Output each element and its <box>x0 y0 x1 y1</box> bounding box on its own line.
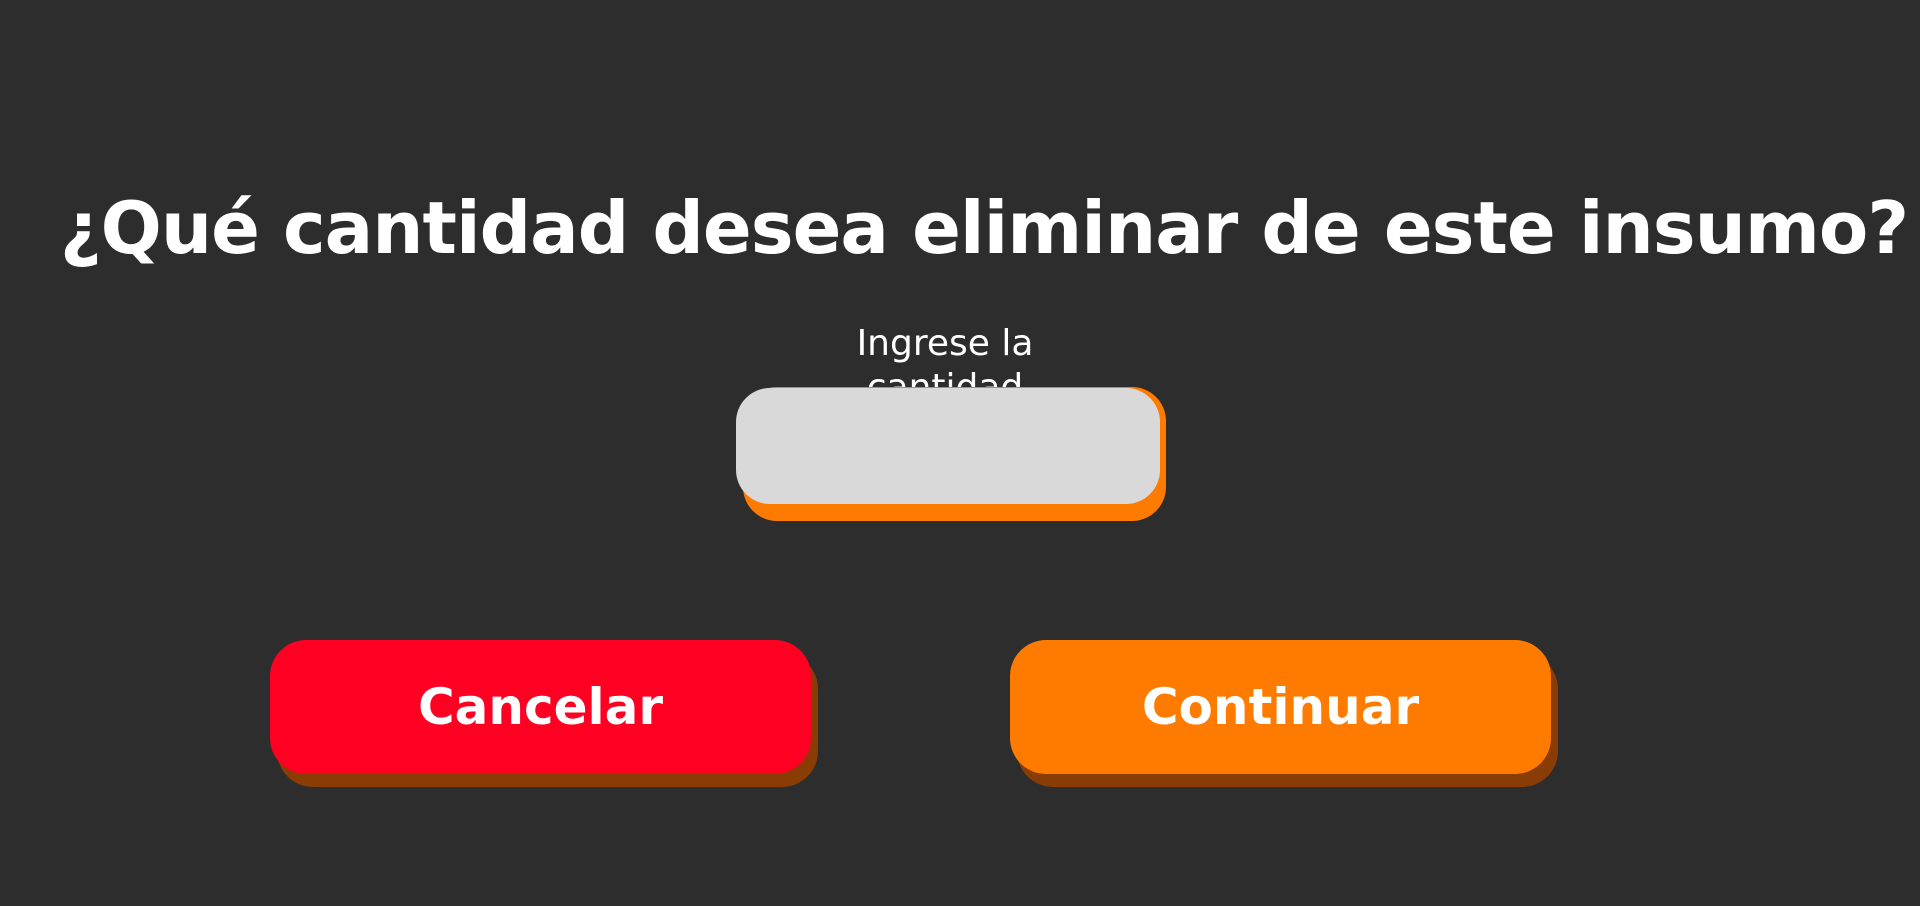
cancel-button[interactable]: Cancelar <box>270 640 811 774</box>
quantity-input[interactable] <box>736 388 1160 504</box>
continue-button[interactable]: Continuar <box>1010 640 1551 774</box>
dialog-title: ¿Qué cantidad desea eliminar de este ins… <box>59 186 1909 270</box>
